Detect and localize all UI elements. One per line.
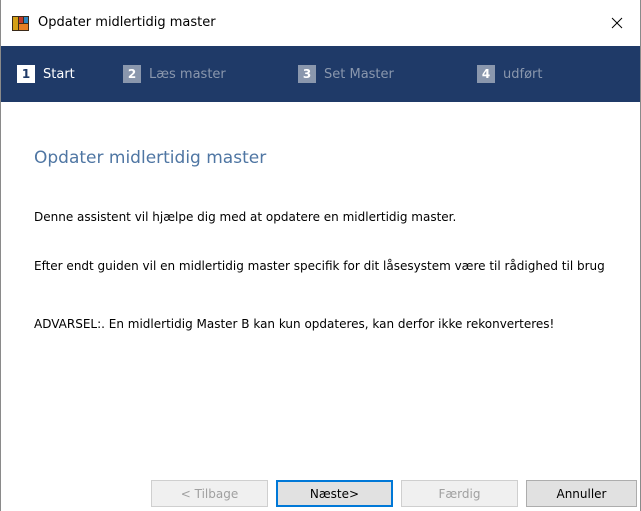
step-udfoert: 4 udført [477, 65, 542, 83]
title-bar: Opdater midlertidig master [1, 0, 640, 46]
close-icon [611, 17, 623, 29]
cancel-button[interactable]: Annuller [526, 480, 637, 507]
description-text: Efter endt guiden vil en midlertidig mas… [34, 259, 605, 273]
wizard-window: Opdater midlertidig master 1 Start 2 Læs… [0, 0, 641, 511]
warning-text: ADVARSEL:. En midlertidig Master B kan k… [34, 317, 555, 331]
app-icon [12, 16, 29, 31]
step-number: 2 [123, 65, 141, 83]
finish-button[interactable]: Færdig [401, 480, 518, 507]
step-start: 1 Start [17, 65, 75, 83]
intro-text: Denne assistent vil hjælpe dig med at op… [34, 210, 457, 224]
back-button[interactable]: < Tilbage [151, 480, 268, 507]
step-label: Start [43, 66, 75, 82]
window-title: Opdater midlertidig master [38, 15, 216, 30]
step-label: Set Master [324, 66, 394, 82]
wizard-steps-bar: 1 Start 2 Læs master 3 Set Master 4 udfø… [1, 46, 640, 102]
step-number: 3 [298, 65, 316, 83]
step-number: 4 [477, 65, 495, 83]
next-button[interactable]: Næste> [276, 480, 393, 507]
page-title: Opdater midlertidig master [34, 148, 267, 168]
step-label: Læs master [149, 66, 226, 82]
step-number: 1 [17, 65, 35, 83]
step-label: udført [503, 66, 543, 82]
step-laes-master: 2 Læs master [123, 65, 226, 83]
step-set-master: 3 Set Master [298, 65, 394, 83]
close-button[interactable] [594, 0, 640, 46]
